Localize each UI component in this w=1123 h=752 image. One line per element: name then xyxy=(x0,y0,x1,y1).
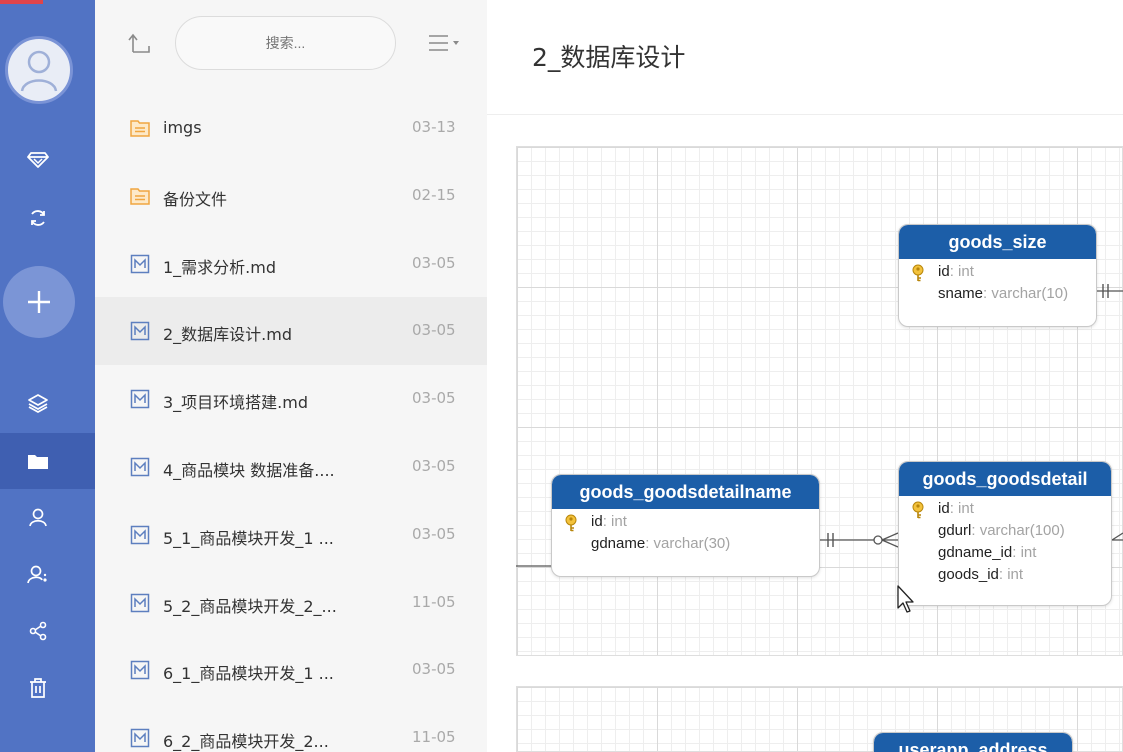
file-name: 4_商品模块 数据准备.... xyxy=(163,461,335,480)
window-accent-mark xyxy=(0,0,43,4)
file-date: 11-05 xyxy=(412,593,456,611)
column-row: gdurl: varchar(100) xyxy=(899,520,1111,542)
column-type: : varchar(10) xyxy=(983,285,1069,302)
column-name: goods_id xyxy=(938,566,999,583)
primary-key-icon xyxy=(565,514,577,532)
table-goods-goodsdetailname: goods_goodsdetailname id: int gdname: va… xyxy=(551,474,820,577)
file-date: 03-05 xyxy=(412,321,456,339)
primary-key-icon xyxy=(912,264,924,282)
column-name: gdname xyxy=(591,535,646,552)
primary-key-icon xyxy=(912,501,924,519)
app-window: imgs 03-13 备份文件 02-15 1_需求分析.md 03-05 2_… xyxy=(0,0,1123,752)
markdown-file-icon xyxy=(130,728,150,748)
file-name: 6_1_商品模块开发_1 ... xyxy=(163,664,334,683)
column-name: id xyxy=(938,263,950,280)
markdown-file-icon xyxy=(130,660,150,680)
file-date: 03-05 xyxy=(412,525,456,543)
column-row: id: int xyxy=(899,261,1096,283)
file-name: 备份文件 xyxy=(163,190,228,209)
list-item[interactable]: 5_2_商品模块开发_2_... 11-05 xyxy=(95,569,487,637)
list-item[interactable]: 6_1_商品模块开发_1 ... 03-05 xyxy=(95,636,487,704)
add-button[interactable] xyxy=(3,266,75,338)
layers-icon[interactable] xyxy=(24,389,52,417)
file-date: 03-05 xyxy=(412,254,456,272)
column-type: : int xyxy=(602,513,627,530)
table-name: userapp_address xyxy=(874,733,1072,752)
sync-icon[interactable] xyxy=(24,204,52,232)
column-type: : int xyxy=(998,566,1024,583)
column-type: : varchar(30) xyxy=(645,535,731,552)
share-icon[interactable] xyxy=(24,617,52,645)
sort-menu-icon[interactable] xyxy=(428,34,462,56)
column-row: goods_id: int xyxy=(899,564,1111,586)
search-input[interactable] xyxy=(175,16,396,70)
column-type: : varchar(100) xyxy=(971,522,1065,539)
column-row: id: int xyxy=(899,498,1111,520)
file-name: 6_2_商品模块开发_2... xyxy=(163,732,329,751)
list-item-selected[interactable]: 2_数据库设计.md 03-05 xyxy=(95,297,487,365)
column-row: sname: varchar(10) xyxy=(899,283,1096,305)
parent-folder-icon[interactable] xyxy=(127,32,151,58)
list-item[interactable]: 6_2_商品模块开发_2... 11-05 xyxy=(95,704,487,752)
file-name: 2_数据库设计.md xyxy=(163,325,293,344)
user-icon[interactable] xyxy=(24,503,52,531)
table-goods-goodsdetail: goods_goodsdetail id: int gdurl: varchar… xyxy=(898,461,1112,606)
plus-icon xyxy=(28,291,50,313)
document-view[interactable]: 2_数据库设计 goods_size id: int sname: varcha… xyxy=(487,0,1123,752)
relationship-connectors xyxy=(516,284,1123,567)
side-rail xyxy=(0,0,95,752)
column-name: id xyxy=(591,513,603,530)
user-settings-icon[interactable] xyxy=(24,560,52,588)
column-row: id: int xyxy=(552,511,819,533)
list-item[interactable]: 4_商品模块 数据准备.... 03-05 xyxy=(95,433,487,501)
file-date: 02-15 xyxy=(412,186,456,204)
column-name: id xyxy=(938,500,950,517)
column-name: sname xyxy=(938,285,984,302)
markdown-file-icon xyxy=(130,321,150,341)
file-date: 11-05 xyxy=(412,728,456,746)
diamond-icon[interactable] xyxy=(24,146,52,174)
list-item[interactable]: 备份文件 02-15 xyxy=(95,162,487,230)
markdown-file-icon xyxy=(130,525,150,545)
table-name: goods_goodsdetailname xyxy=(552,475,819,509)
file-name: imgs xyxy=(163,118,202,137)
file-name: 5_1_商品模块开发_1 ... xyxy=(163,529,334,548)
table-name: goods_size xyxy=(899,225,1096,259)
trash-icon[interactable] xyxy=(24,674,52,702)
list-item[interactable]: 3_项目环境搭建.md 03-05 xyxy=(95,365,487,433)
markdown-file-icon xyxy=(130,389,150,409)
folder-open-icon[interactable] xyxy=(24,447,52,475)
column-row: gdname: varchar(30) xyxy=(552,533,819,555)
column-name: gdname_id xyxy=(938,544,1013,561)
table-goods-size: goods_size id: int sname: varchar(10) xyxy=(898,224,1097,327)
folder-icon xyxy=(130,120,150,137)
file-date: 03-13 xyxy=(412,118,456,136)
list-item[interactable]: 5_1_商品模块开发_1 ... 03-05 xyxy=(95,501,487,569)
column-type: : int xyxy=(1012,544,1037,561)
column-row: gdname_id: int xyxy=(899,542,1111,564)
markdown-file-icon xyxy=(130,254,150,274)
mouse-cursor-icon xyxy=(897,585,914,613)
table-name: goods_goodsdetail xyxy=(899,462,1111,496)
table-userapp-address: userapp_address xyxy=(873,732,1073,752)
avatar[interactable] xyxy=(5,36,73,104)
file-date: 03-05 xyxy=(412,389,456,407)
column-type: : int xyxy=(949,500,974,517)
file-date: 03-05 xyxy=(412,457,456,475)
markdown-file-icon xyxy=(130,457,150,477)
column-type: : int xyxy=(949,263,974,280)
file-name: 3_项目环境搭建.md xyxy=(163,393,309,412)
file-list-panel: imgs 03-13 备份文件 02-15 1_需求分析.md 03-05 2_… xyxy=(95,0,487,752)
list-item[interactable]: imgs 03-13 xyxy=(95,94,487,162)
column-name: gdurl xyxy=(938,522,972,539)
file-name: 1_需求分析.md xyxy=(163,258,277,277)
markdown-file-icon xyxy=(130,593,150,613)
folder-icon xyxy=(130,188,150,205)
list-item[interactable]: 1_需求分析.md 03-05 xyxy=(95,230,487,298)
user-avatar-icon xyxy=(20,50,58,92)
file-date: 03-05 xyxy=(412,660,456,678)
file-name: 5_2_商品模块开发_2_... xyxy=(163,597,337,616)
